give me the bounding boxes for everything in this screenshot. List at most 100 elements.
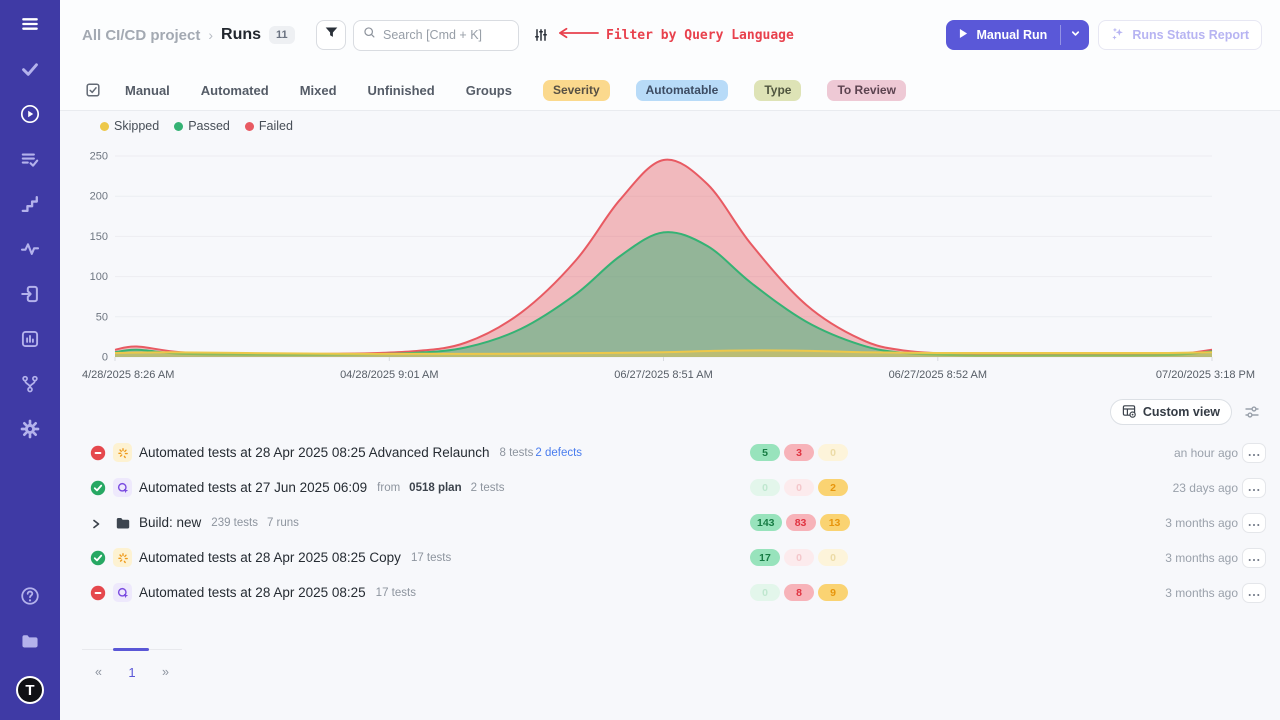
analytics-icon[interactable] <box>20 329 40 349</box>
chip-severity[interactable]: Severity <box>543 80 610 101</box>
chip-type[interactable]: Type <box>754 80 801 101</box>
run-row[interactable]: Automated tests at 27 Jun 2025 06:09from… <box>60 470 1280 505</box>
run-row[interactable]: Automated tests at 28 Apr 2025 08:25 Adv… <box>60 435 1280 470</box>
count-badge-passed: 0 <box>750 479 780 496</box>
settings-icon[interactable] <box>20 419 40 439</box>
breadcrumb-separator: › <box>208 27 213 43</box>
sidebar-top-group <box>20 14 40 439</box>
tab-mixed[interactable]: Mixed <box>300 83 337 98</box>
run-meta-item: 7 runs <box>267 517 299 529</box>
expand-chevron-icon[interactable] <box>90 517 102 529</box>
tab-manual[interactable]: Manual <box>125 83 170 98</box>
branches-icon[interactable] <box>20 374 40 394</box>
run-list-icon[interactable] <box>20 149 40 169</box>
folder-icon <box>113 513 132 532</box>
run-meta: from0518 plan2 tests <box>377 482 504 494</box>
pagination-next-button[interactable]: » <box>162 665 169 680</box>
row-actions-button[interactable] <box>1242 548 1266 568</box>
pagination-page-1[interactable]: 1 <box>128 665 135 680</box>
status-passed-icon <box>90 480 106 496</box>
custom-view-button[interactable]: Custom view <box>1110 399 1232 425</box>
annotation-text: Filter by Query Language <box>606 28 794 43</box>
run-list: Automated tests at 28 Apr 2025 08:25 Adv… <box>60 435 1280 610</box>
svg-text:07/20/2025 3:18 PM: 07/20/2025 3:18 PM <box>1156 369 1255 381</box>
tab-unfinished[interactable]: Unfinished <box>368 83 435 98</box>
count-badge-skipped: 13 <box>820 514 850 531</box>
run-title: Automated tests at 28 Apr 2025 08:25 <box>139 585 366 600</box>
help-icon[interactable] <box>20 586 40 606</box>
run-row[interactable]: Automated tests at 28 Apr 2025 08:2517 t… <box>60 575 1280 610</box>
import-icon[interactable] <box>20 284 40 304</box>
svg-text:50: 50 <box>96 311 108 323</box>
annotation: Filter by Query Language <box>553 26 794 44</box>
count-badge-skipped: 0 <box>818 549 848 566</box>
row-actions-button[interactable] <box>1242 583 1266 603</box>
search-box[interactable] <box>353 20 519 51</box>
funnel-icon <box>324 25 339 45</box>
tag-chips: Severity Automatable Type To Review <box>543 80 906 101</box>
run-timestamp: 3 months ago <box>1165 516 1238 530</box>
svg-text:200: 200 <box>90 191 108 203</box>
count-badge-failed: 3 <box>784 444 814 461</box>
run-row[interactable]: Build: new 239 tests 7 runs 1438313 3 months… <box>60 505 1280 540</box>
run-title: Build: new <box>139 515 201 530</box>
docs-icon[interactable] <box>20 631 40 651</box>
tab-automated[interactable]: Automated <box>201 83 269 98</box>
legend-item-failed[interactable]: Failed <box>245 119 293 133</box>
chip-to-review[interactable]: To Review <box>827 80 905 101</box>
defects-link[interactable]: 2 defects <box>535 447 582 459</box>
select-all-icon[interactable] <box>85 82 101 98</box>
row-actions-button[interactable] <box>1242 513 1266 533</box>
automated-pointer-icon <box>113 478 132 497</box>
app-logo[interactable]: T <box>16 676 44 704</box>
runs-icon[interactable] <box>20 104 40 124</box>
runs-trend-chart: 0501001502002504/28/2025 8:26 AM04/28/20… <box>78 146 1268 386</box>
manual-run-label: Manual Run <box>976 28 1047 42</box>
annotation-arrow-icon <box>553 26 599 44</box>
result-badges: 1438313 <box>750 514 850 531</box>
legend-dot-icon <box>245 122 254 131</box>
menu-icon[interactable] <box>20 14 40 34</box>
tasks-icon[interactable] <box>20 59 40 79</box>
chart-svg: 0501001502002504/28/2025 8:26 AM04/28/20… <box>78 146 1268 386</box>
ellipsis-icon <box>1248 444 1260 462</box>
filter-button[interactable] <box>316 20 346 50</box>
pagination-prev-button[interactable]: « <box>95 665 102 680</box>
pulse-icon[interactable] <box>20 239 40 259</box>
row-actions-button[interactable] <box>1242 478 1266 498</box>
manual-run-split-button: Manual Run <box>946 20 1089 50</box>
legend-item-passed[interactable]: Passed <box>174 119 230 133</box>
legend-item-skipped[interactable]: Skipped <box>100 119 159 133</box>
legend-label: Failed <box>259 119 293 133</box>
steps-icon[interactable] <box>20 194 40 214</box>
count-badge-skipped: 2 <box>818 479 848 496</box>
table-gear-icon <box>1122 404 1136 421</box>
runs-status-report-button[interactable]: Runs Status Report <box>1098 20 1262 50</box>
count-badge-skipped: 0 <box>818 444 848 461</box>
run-meta: 239 tests 7 runs <box>211 517 299 529</box>
count-badge-passed: 17 <box>750 549 780 566</box>
svg-text:04/28/2025 9:01 AM: 04/28/2025 9:01 AM <box>340 369 438 381</box>
manual-run-dropdown-button[interactable] <box>1061 20 1089 50</box>
count-badge-skipped: 9 <box>818 584 848 601</box>
run-row[interactable]: Automated tests at 28 Apr 2025 08:25 Cop… <box>60 540 1280 575</box>
run-meta: 17 tests <box>411 552 451 564</box>
svg-text:4/28/2025 8:26 AM: 4/28/2025 8:26 AM <box>82 369 174 381</box>
result-badges: 1700 <box>750 549 848 566</box>
list-settings-icon[interactable] <box>1244 404 1260 420</box>
runs-status-report-label: Runs Status Report <box>1132 28 1249 42</box>
row-actions-button[interactable] <box>1242 443 1266 463</box>
run-meta-item: 0518 plan <box>409 482 461 494</box>
svg-text:06/27/2025 8:52 AM: 06/27/2025 8:52 AM <box>889 369 987 381</box>
chip-automatable[interactable]: Automatable <box>636 80 729 101</box>
run-meta-item: 239 tests <box>211 517 258 529</box>
svg-text:06/27/2025 8:51 AM: 06/27/2025 8:51 AM <box>614 369 712 381</box>
query-language-filter-icon[interactable] <box>533 27 549 43</box>
search-input[interactable] <box>383 28 509 42</box>
breadcrumb-project[interactable]: All CI/CD project <box>82 27 200 44</box>
run-meta-item: 8 tests <box>500 447 534 459</box>
manual-run-button[interactable]: Manual Run <box>946 20 1060 50</box>
tab-groups[interactable]: Groups <box>466 83 512 98</box>
legend-label: Skipped <box>114 119 159 133</box>
run-timestamp: 3 months ago <box>1165 551 1238 565</box>
